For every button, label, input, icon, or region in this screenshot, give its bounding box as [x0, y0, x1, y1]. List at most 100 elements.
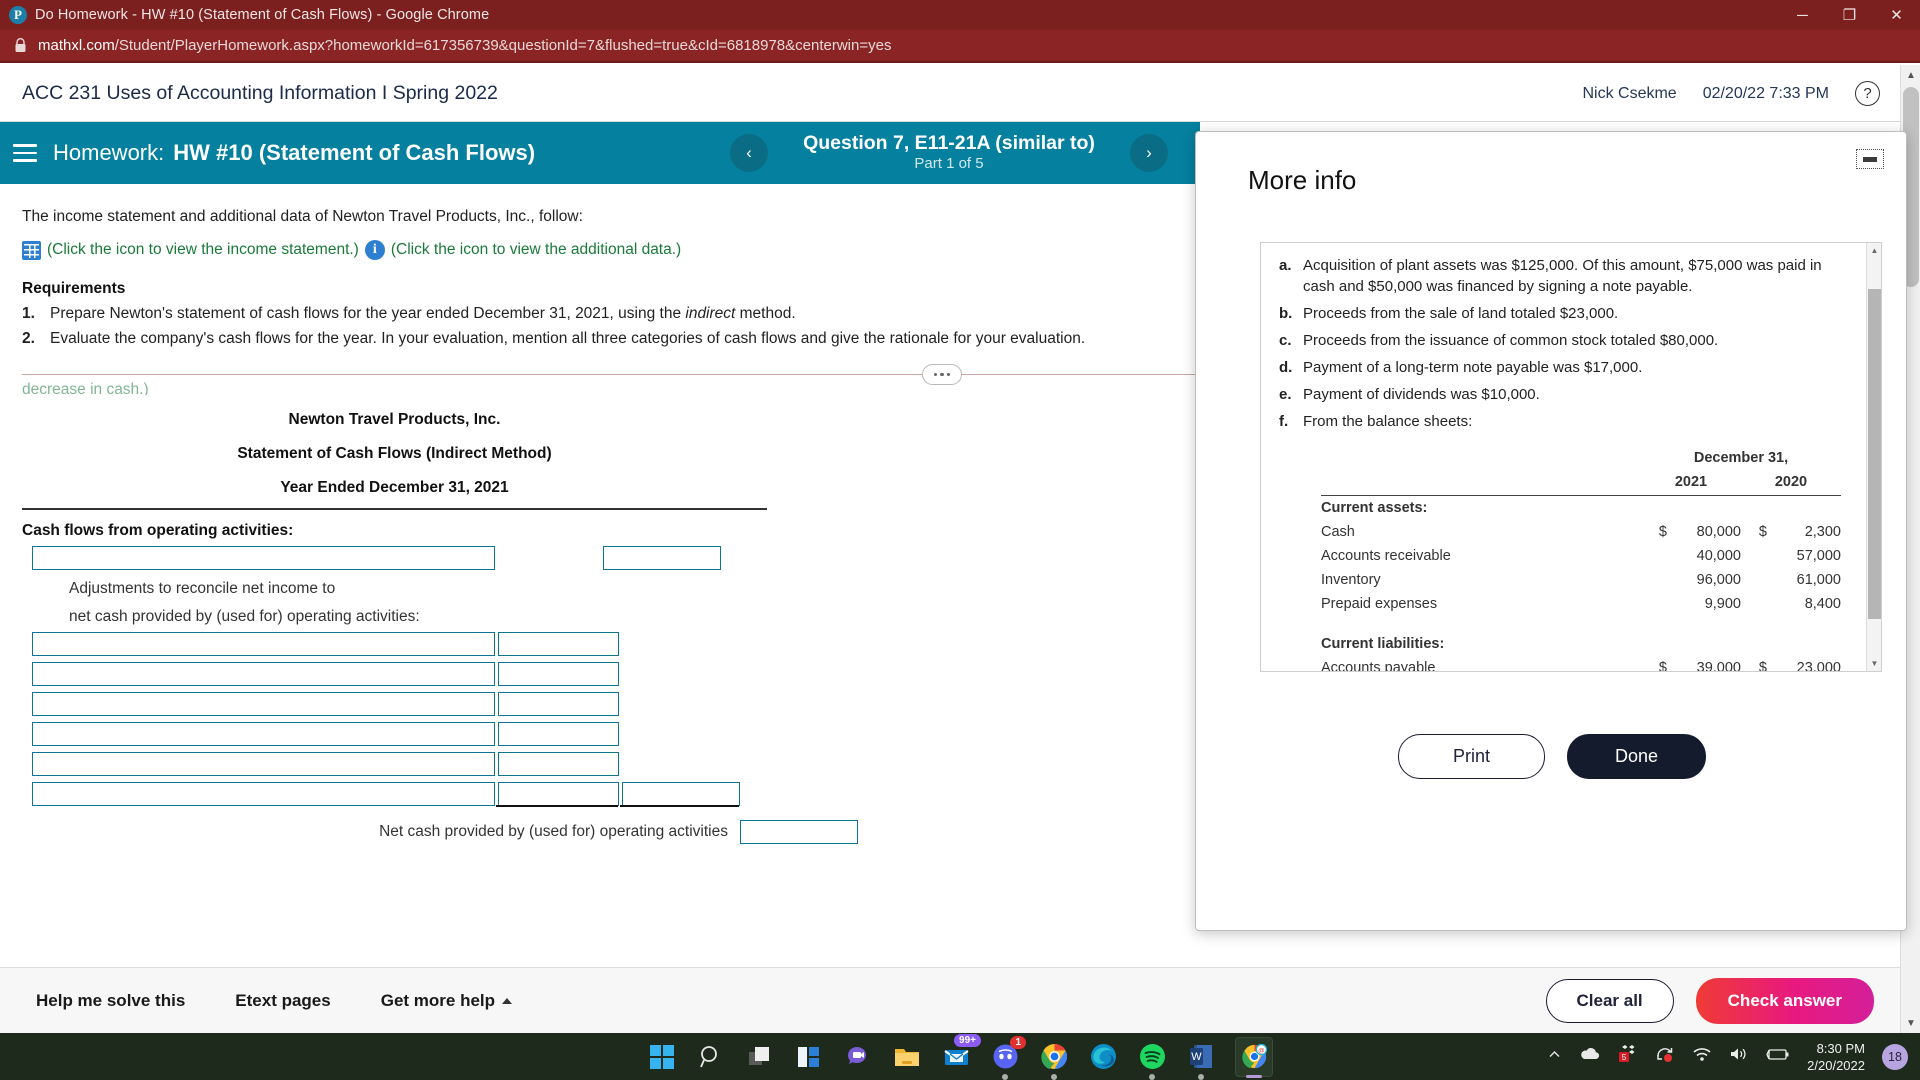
windows-taskbar: 99+ 1 W @ 5 8:30 PM 2/20/2022 18: [0, 1033, 1920, 1080]
previous-question-button[interactable]: ‹: [730, 134, 768, 172]
table-spacer: [1321, 616, 1841, 632]
teams-chat-icon[interactable]: [843, 1042, 873, 1072]
adjustment-6-amount-input[interactable]: [498, 782, 619, 806]
svg-text:W: W: [1191, 1051, 1202, 1063]
chrome-icon[interactable]: [1039, 1042, 1069, 1080]
toolbar-actions: Clear all Check answer: [1545, 977, 1874, 1024]
item-label: d.: [1279, 359, 1293, 376]
adjustment-4-label-input[interactable]: [32, 722, 495, 746]
minimize-button[interactable]: ─: [1779, 0, 1826, 30]
check-answer-button[interactable]: Check answer: [1695, 977, 1874, 1024]
adjustment-4-amount-input[interactable]: [498, 722, 619, 746]
info-scrollbar[interactable]: ▲ ▼: [1866, 243, 1881, 671]
mathxl-chrome-icon[interactable]: @: [1235, 1036, 1273, 1078]
discord-icon[interactable]: 1: [990, 1035, 1026, 1080]
additional-data-link[interactable]: (Click the icon to view the additional d…: [391, 241, 681, 259]
adjustment-3-amount-input[interactable]: [498, 692, 619, 716]
adjustment-6-label-input[interactable]: [32, 782, 495, 806]
scroll-down-arrow-icon[interactable]: ▼: [1867, 656, 1881, 671]
net-income-label-input[interactable]: [32, 546, 495, 570]
more-info-title: More info: [1248, 165, 1357, 195]
requirement-2-text: Evaluate the company's cash flows for th…: [50, 330, 1086, 347]
worksheet-row-adj-1: [22, 632, 1195, 656]
worksheet-row-adj-5: [22, 752, 1195, 776]
volume-icon[interactable]: [1729, 1046, 1749, 1067]
adjustment-6-total-input[interactable]: [622, 782, 740, 806]
search-icon[interactable]: [696, 1042, 726, 1072]
browser-title-bar: P Do Homework - HW #10 (Statement of Cas…: [0, 0, 1920, 30]
table-row: Inventory 96,000 61,000: [1321, 568, 1841, 592]
income-statement-link[interactable]: (Click the icon to view the income state…: [47, 241, 359, 259]
file-explorer-icon[interactable]: [892, 1042, 922, 1072]
widgets-icon[interactable]: [794, 1042, 824, 1072]
print-button[interactable]: Print: [1397, 734, 1545, 779]
windows-start-icon[interactable]: [647, 1042, 677, 1072]
adjustment-5-label-input[interactable]: [32, 752, 495, 776]
mail-icon[interactable]: 99+: [941, 1033, 981, 1072]
currency-symbol: [1641, 544, 1667, 568]
wifi-icon[interactable]: [1692, 1046, 1712, 1067]
adjustment-3-label-input[interactable]: [32, 692, 495, 716]
course-header: ACC 231 Uses of Accounting Information I…: [0, 65, 1900, 122]
info-icon[interactable]: i: [364, 240, 385, 260]
currency-symbol: [1641, 592, 1667, 616]
requirement-2: 2. Evaluate the company's cash flows for…: [22, 330, 1195, 348]
windows-update-icon[interactable]: 5: [1618, 1045, 1638, 1068]
scrollbar-thumb[interactable]: [1868, 289, 1881, 619]
spotify-icon[interactable]: [1137, 1042, 1167, 1080]
net-income-amount-input[interactable]: [603, 546, 721, 570]
requirement-1-emphasis: indirect: [685, 305, 736, 322]
adjustment-2-label-input[interactable]: [32, 662, 495, 686]
word-icon[interactable]: W: [1186, 1042, 1216, 1080]
maximize-button[interactable]: ❐: [1826, 0, 1873, 30]
user-name[interactable]: Nick Csekme: [1582, 85, 1676, 103]
scroll-down-arrow-icon[interactable]: ▼: [1901, 1013, 1920, 1033]
window-controls: ─ ❐ ✕: [1779, 0, 1920, 30]
help-me-solve-this-button[interactable]: Help me solve this: [36, 991, 185, 1011]
value-2021: 9,900: [1704, 595, 1741, 612]
item-text: From the balance sheets:: [1303, 413, 1473, 430]
net-cash-operating-input[interactable]: [740, 820, 858, 844]
adjustment-5-amount-input[interactable]: [498, 752, 619, 776]
etext-pages-button[interactable]: Etext pages: [235, 991, 330, 1011]
close-button[interactable]: ✕: [1873, 0, 1920, 30]
scroll-up-arrow-icon[interactable]: ▲: [1901, 65, 1920, 85]
next-question-button[interactable]: ›: [1130, 134, 1168, 172]
chevron-up-icon: [502, 997, 513, 1004]
scroll-up-arrow-icon[interactable]: ▲: [1867, 243, 1881, 258]
edge-icon[interactable]: [1088, 1042, 1118, 1072]
current-datetime: 02/20/22 7:33 PM: [1702, 84, 1829, 102]
battery-icon[interactable]: [1766, 1047, 1790, 1067]
notification-count-badge[interactable]: 18: [1882, 1043, 1908, 1070]
onedrive-icon[interactable]: [1579, 1046, 1601, 1067]
list-item: f. From the balance sheets:: [1279, 411, 1849, 432]
help-icon[interactable]: ?: [1855, 81, 1880, 106]
hamburger-menu-icon[interactable]: [13, 139, 37, 167]
worksheet-period: Year Ended December 31, 2021: [280, 479, 509, 496]
adjustment-1-label-input[interactable]: [32, 632, 495, 656]
get-more-help-button[interactable]: Get more help: [381, 991, 513, 1011]
balance-sheet-header: December 31,: [1693, 450, 1789, 466]
requirement-1-text: Prepare Newton's statement of cash flows…: [50, 305, 796, 323]
done-button[interactable]: Done: [1566, 734, 1707, 779]
requirement-1-pre: Prepare Newton's statement of cash flows…: [50, 305, 686, 322]
value-2020: 23,000: [1796, 659, 1841, 672]
clock[interactable]: 8:30 PM 2/20/2022: [1807, 1040, 1865, 1074]
clear-all-button[interactable]: Clear all: [1545, 978, 1674, 1023]
currency-symbol: $: [1658, 659, 1667, 672]
adjustment-2-amount-input[interactable]: [498, 662, 619, 686]
question-navigation: ‹ Question 7, E11-21A (similar to) Part …: [730, 122, 1168, 184]
adjustment-1-amount-input[interactable]: [498, 632, 619, 656]
item-label: f.: [1279, 413, 1289, 430]
browser-url-bar[interactable]: mathxl.com/Student/PlayerHomework.aspx?h…: [0, 30, 1920, 63]
worksheet-company: Newton Travel Products, Inc.: [288, 411, 501, 428]
table-icon[interactable]: [22, 240, 41, 260]
chevron-up-icon[interactable]: [1547, 1047, 1562, 1067]
value-2020: 8,400: [1804, 595, 1841, 612]
sync-icon[interactable]: [1655, 1045, 1675, 1068]
minimize-icon[interactable]: [1856, 149, 1884, 169]
item-label: a.: [1279, 257, 1292, 274]
requirements-heading: Requirements: [22, 280, 126, 297]
task-view-icon[interactable]: [745, 1042, 775, 1072]
adjustments-line-1: Adjustments to reconcile net income to: [69, 580, 336, 597]
